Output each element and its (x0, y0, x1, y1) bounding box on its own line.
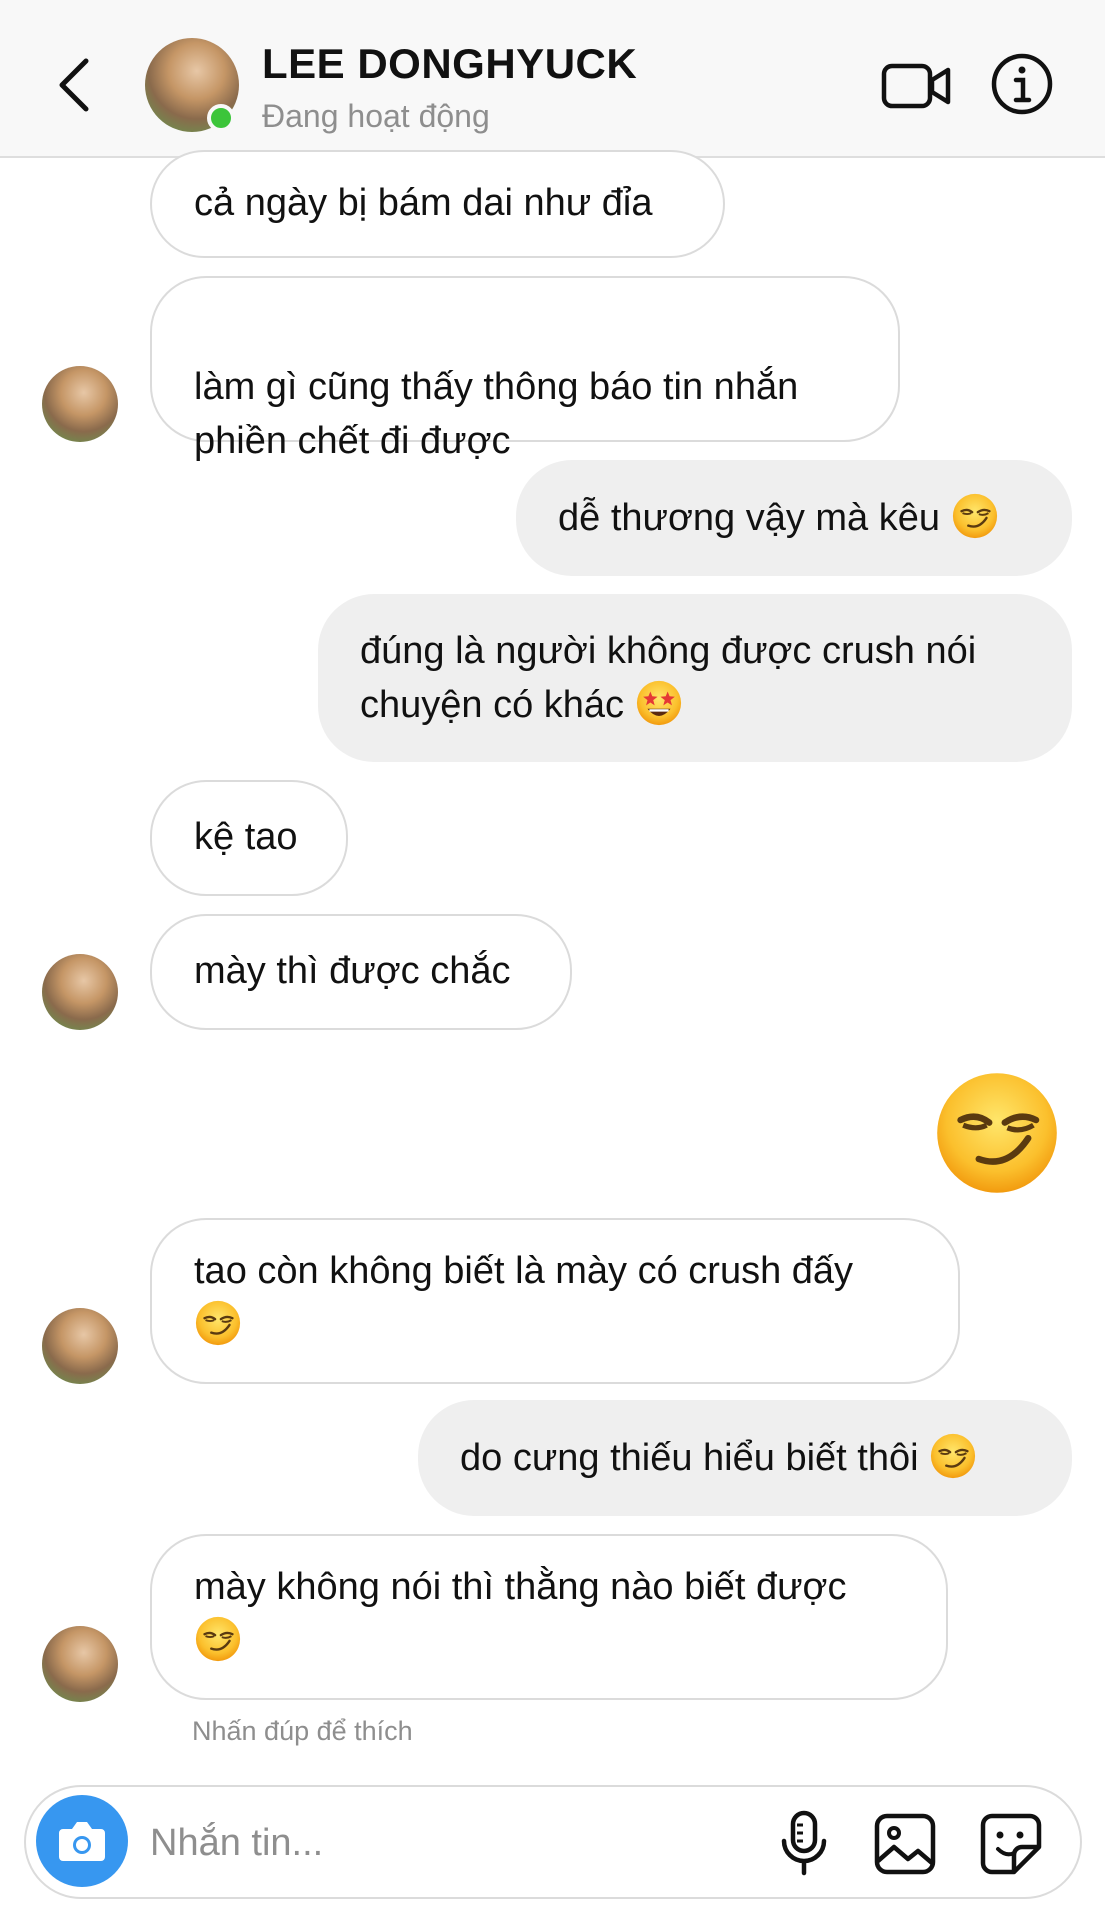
outgoing-message[interactable]: do cưng thiếu hiểu biết thôi (418, 1400, 1072, 1516)
incoming-message[interactable]: kệ tao (150, 780, 348, 896)
camera-button[interactable] (36, 1795, 128, 1887)
contact-status: Đang hoạt động (262, 98, 490, 134)
message-text: kệ tao (194, 816, 298, 858)
incoming-message[interactable]: tao còn không biết là mày có crush đấy (150, 1218, 960, 1384)
message-text: làm gì cũng thấy thông báo tin nhắn phiề… (194, 366, 799, 462)
smirk-emoji-icon (194, 1615, 242, 1663)
incoming-message[interactable]: cả ngày bị bám dai như đỉa (150, 150, 725, 258)
sender-avatar (42, 366, 118, 442)
smirk-emoji-large-icon[interactable] (932, 1068, 1062, 1198)
outgoing-message[interactable]: đúng là người không được crush nói chuyệ… (318, 594, 1072, 762)
smirk-emoji-icon (929, 1432, 977, 1480)
message-text: tao còn không biết là mày có crush đấy (194, 1250, 854, 1292)
sender-avatar (42, 1626, 118, 1702)
smirk-emoji-icon (951, 492, 999, 540)
message-input[interactable] (148, 1811, 672, 1875)
microphone-icon[interactable] (778, 1809, 830, 1879)
message-text: mày không nói thì thằng nào biết được (194, 1566, 847, 1608)
video-call-icon[interactable] (880, 60, 952, 112)
incoming-message[interactable]: mày không nói thì thằng nào biết được (150, 1534, 948, 1700)
incoming-message[interactable]: làm gì cũng thấy thông báo tin nhắn phiề… (150, 276, 900, 462)
message-text: dễ thương vậy mà kêu (558, 497, 941, 539)
chat-header: LEE DONGHYUCK Đang hoạt động (0, 0, 1105, 158)
gallery-icon[interactable] (872, 1811, 938, 1877)
outgoing-message[interactable]: dễ thương vậy mà kêu (516, 460, 1072, 576)
message-text: mày thì được chắc (194, 950, 511, 992)
back-icon[interactable] (50, 55, 100, 115)
message-composer (24, 1785, 1082, 1899)
star-struck-emoji-icon (635, 679, 683, 727)
smirk-emoji-icon (194, 1299, 242, 1347)
sender-avatar (42, 1308, 118, 1384)
sticker-icon[interactable] (978, 1811, 1044, 1877)
sender-avatar (42, 954, 118, 1030)
info-icon[interactable] (990, 52, 1054, 116)
incoming-message[interactable]: mày thì được chắc (150, 914, 572, 1030)
contact-name[interactable]: LEE DONGHYUCK (262, 40, 637, 88)
camera-icon (59, 1822, 105, 1861)
online-status-dot (207, 104, 235, 132)
message-text: do cưng thiếu hiểu biết thôi (460, 1437, 919, 1479)
message-text: cả ngày bị bám dai như đỉa (194, 182, 653, 224)
double-tap-hint: Nhấn đúp để thích (192, 1716, 413, 1746)
